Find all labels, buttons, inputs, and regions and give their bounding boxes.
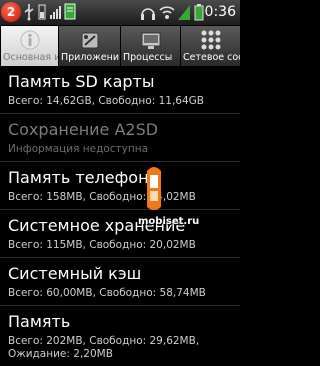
battery-icon: [194, 4, 204, 21]
tab-overview[interactable]: Основная и: [0, 26, 58, 66]
list-item-sd-card[interactable]: Память SD карты Всего: 14,62GB, Свободно…: [0, 66, 240, 114]
headset-icon: [141, 8, 155, 20]
applications-icon: [81, 32, 98, 49]
list-item-ram[interactable]: Память Всего: 202MB, Свободно: 29,62MB, …: [0, 306, 240, 366]
wifi-icon: [159, 6, 175, 19]
list-item-subtitle: Всего: 14,62GB, Свободно: 11,64GB: [8, 95, 204, 107]
list-item-title: Память SD карты: [8, 72, 155, 91]
mobiset-logo-icon: [147, 167, 161, 210]
info-icon: [20, 30, 39, 50]
tab-applications[interactable]: Приложени: [58, 26, 120, 66]
watermark-text: mobiset.ru: [138, 216, 200, 227]
list-item-system-cache[interactable]: Системный кэш Всего: 60,00MB, Свободно: …: [0, 258, 240, 306]
status-bar: 2 0:36: [0, 0, 240, 26]
usb-icon: [24, 4, 34, 21]
processes-icon: [141, 32, 160, 49]
list-item-a2sd: Сохранение A2SD Информация недоступна: [0, 114, 240, 162]
tab-overview-label: Основная и: [3, 52, 58, 63]
tab-network[interactable]: Сетевое сос: [180, 26, 240, 66]
list-item-title: Системный кэш: [8, 264, 142, 283]
list-item-system-storage[interactable]: Системное хранение Всего: 115MB, Свободн…: [0, 210, 240, 258]
tab-processes[interactable]: Процессы: [120, 26, 180, 66]
list-item-subtitle: Всего: 115MB, Свободно: 20,02MB: [8, 239, 196, 251]
list-item-subtitle: Информация недоступна: [8, 143, 149, 155]
list-item-title: Сохранение A2SD: [8, 120, 159, 139]
signal-small-icon: [50, 6, 61, 19]
list-item-subtitle: Всего: 158MB, Свободно: 14,02MB: [8, 191, 196, 203]
battery-small-icon: [38, 4, 46, 20]
list-item-phone-memory[interactable]: Память телефона Всего: 158MB, Свободно: …: [0, 162, 240, 210]
list-item-title: Память телефона: [8, 168, 159, 187]
list-item-subtitle-extra: Ожидание: 2,20MB: [8, 348, 113, 360]
signal-icon: [178, 5, 190, 20]
tab-network-label: Сетевое сос: [183, 52, 240, 63]
list-item-subtitle: Всего: 60,00MB, Свободно: 58,74MB: [8, 287, 206, 299]
tab-applications-label: Приложени: [61, 52, 120, 63]
tab-processes-label: Процессы: [123, 52, 173, 63]
tab-bar: Основная и Приложени Процессы Сетевое со…: [0, 26, 240, 66]
list-item-subtitle: Всего: 202MB, Свободно: 29,62MB,: [8, 335, 200, 347]
notification-badge[interactable]: 2: [1, 2, 21, 22]
list-item-title: Память: [8, 312, 71, 331]
storage-list: Память SD карты Всего: 14,62GB, Свободно…: [0, 66, 240, 366]
status-clock: 0:36: [204, 4, 236, 20]
network-icon: [201, 30, 220, 50]
document-icon: [64, 3, 76, 20]
